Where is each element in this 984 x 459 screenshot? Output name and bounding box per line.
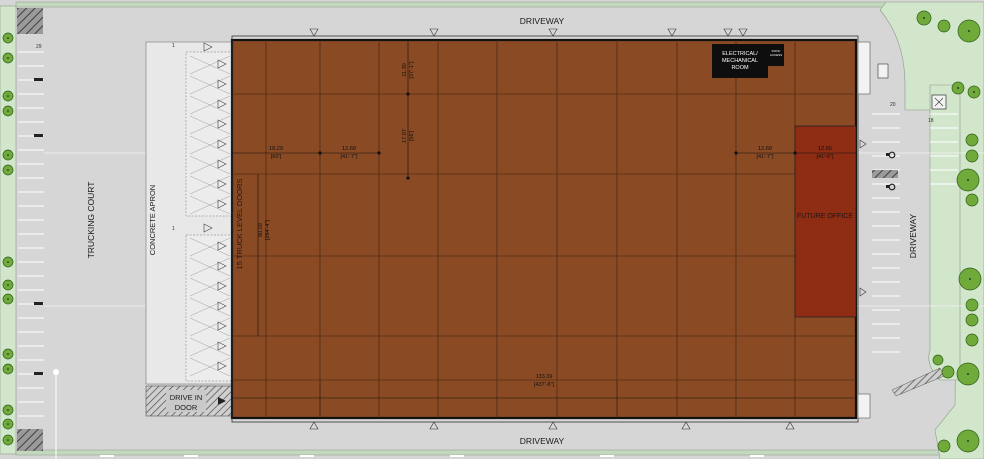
electrical-room-label-1: ELECTRICAL/ — [722, 51, 758, 57]
stall-number-right-mid: 18 — [928, 118, 934, 124]
survey-point-marker — [53, 369, 59, 375]
site-boundary-bottom — [15, 449, 957, 456]
drive-in-door-label-2: DOOR — [175, 403, 198, 412]
hatch-patch-right — [872, 170, 898, 178]
truck-doors-label: 15 TRUCK LEVEL DOORS — [235, 179, 244, 270]
dim-bay-right: 12.68 — [758, 146, 772, 152]
site-plan-diagram: 29 TRUCKING COURT CONCRETE APRON 1 1 DRI… — [0, 0, 984, 459]
stall-number-apron-2: 1 — [172, 226, 175, 232]
future-office-label: FUTURE OFFICE — [797, 213, 853, 220]
stall-number-left: 29 — [36, 44, 42, 50]
driveway-bottom-label: DRIVEWAY — [520, 436, 565, 446]
dock-column-upper — [185, 51, 233, 217]
dim-building-depth-imperial: [264'-4"] — [265, 219, 271, 240]
driveway-top-label: DRIVEWAY — [520, 16, 565, 26]
dim-top-bay-depth-imperial: [37'-1"] — [409, 61, 415, 79]
dim-bay-imperial: [41'-7"] — [340, 154, 358, 160]
dim-bay: 12.68 — [342, 146, 356, 152]
electrical-room-label-3: ROOM — [731, 65, 749, 71]
transformer-pad — [877, 63, 889, 79]
hatch-patch-top-left — [17, 8, 43, 34]
trucking-court-label: TRUCKING COURT — [86, 182, 96, 259]
concrete-apron-label: CONCRETE APRON — [148, 185, 157, 255]
entry-wall-top — [857, 41, 871, 95]
dim-bay-depth: 17.07 — [402, 129, 408, 143]
landscape-strip-left — [0, 5, 17, 455]
stall-number-right-top: 20 — [890, 102, 896, 108]
driveway-right-label: DRIVEWAY — [908, 213, 918, 258]
landscape-island-right — [928, 84, 961, 381]
roof-access-label-2: ACCESS — [770, 53, 782, 57]
entry-wall-bottom — [857, 393, 871, 419]
dim-building-depth: 80.59 — [258, 223, 264, 237]
dim-office-bay: 12.65 — [818, 146, 832, 152]
site-boundary-top — [15, 1, 887, 8]
dim-bay-left-imperial: [60'] — [271, 154, 282, 160]
hatch-patch-bottom-left — [17, 429, 43, 451]
building-footprint — [230, 38, 858, 420]
stall-number-apron-1: 1 — [172, 43, 175, 49]
dim-building-length-imperial: [437'-8"] — [534, 382, 555, 388]
dim-top-bay-depth: 11.30 — [402, 63, 408, 76]
dim-bay-left: 18.29 — [269, 146, 283, 152]
dim-bay-depth-imperial: [56'] — [409, 130, 415, 141]
dim-building-length: 133.39 — [536, 374, 553, 380]
drive-in-door-label-1: DRIVE IN — [170, 393, 203, 402]
dim-bay-right-imperial: [41'-7"] — [756, 154, 774, 160]
electrical-room-label-2: MECHANICAL — [722, 58, 758, 64]
dim-office-bay-imperial: [41'-6"] — [816, 154, 834, 160]
